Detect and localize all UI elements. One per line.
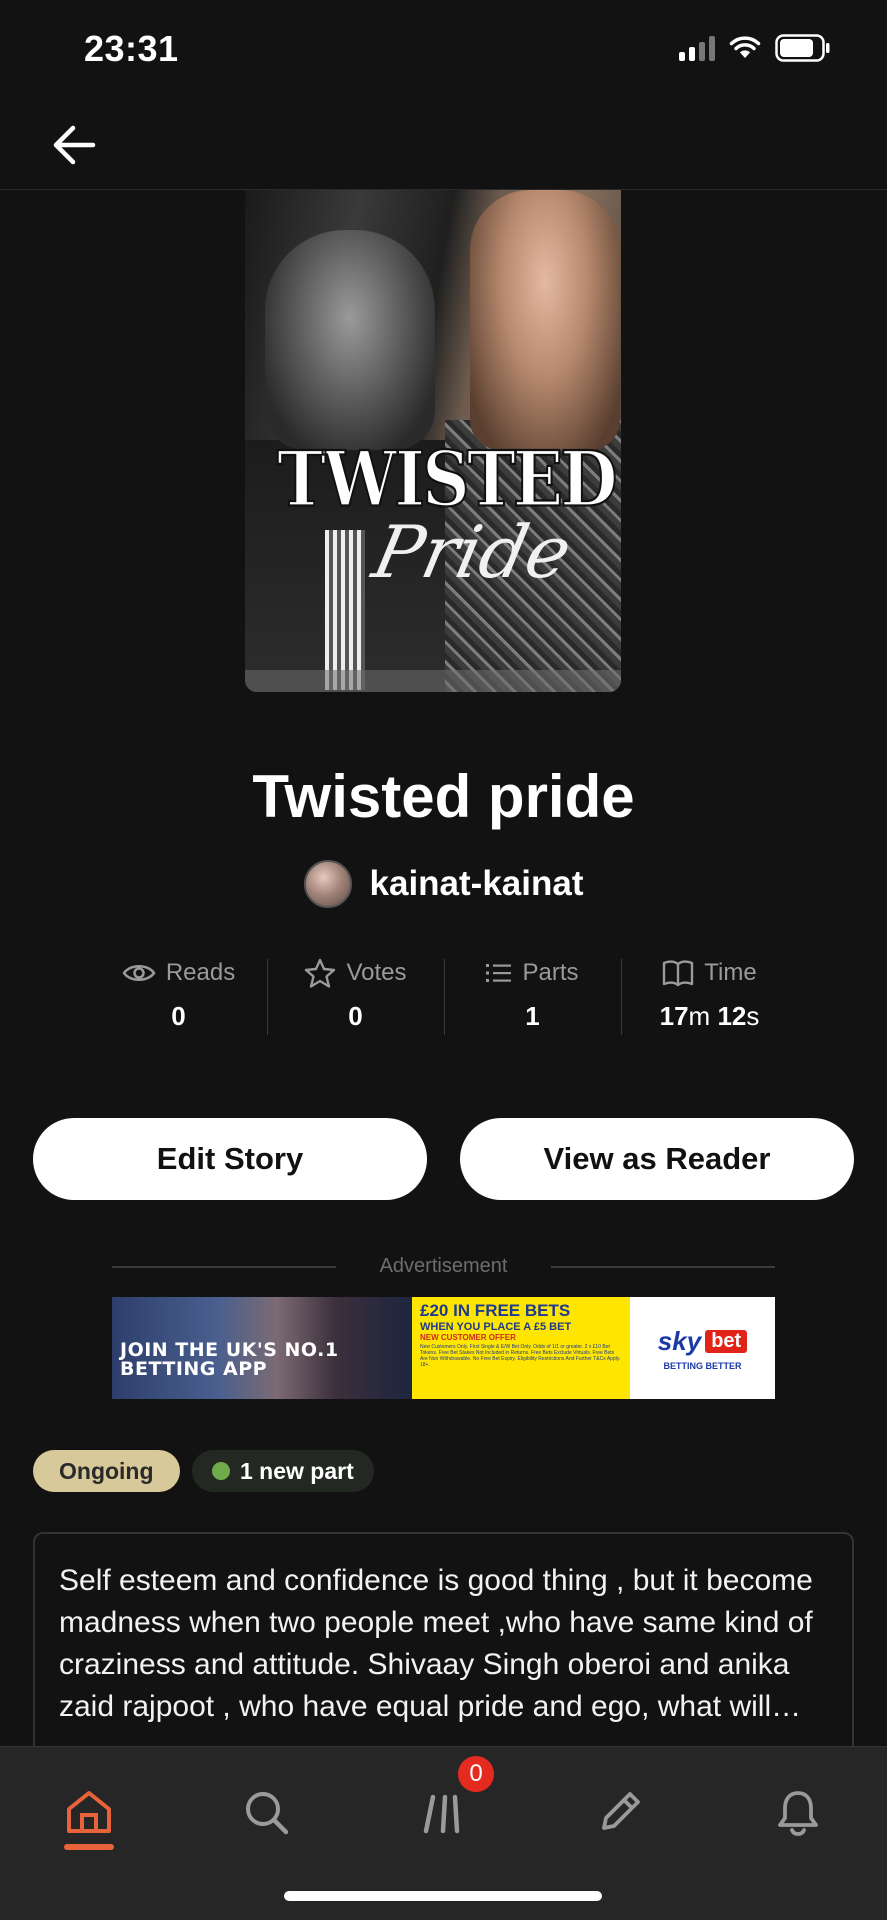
- stat-parts: Parts 1: [444, 955, 621, 1035]
- stat-label: Reads: [165, 959, 236, 986]
- author-row[interactable]: kainat-kainat: [0, 860, 887, 908]
- wifi-icon: [729, 36, 761, 60]
- home-indicator-bar: [284, 1891, 602, 1901]
- ad-photo: JOIN THE UK'S NO.1 BETTING APP: [112, 1297, 412, 1399]
- divider: [551, 1265, 775, 1268]
- stat-reads: Reads 0: [90, 955, 267, 1035]
- stat-label: Time: [704, 959, 757, 986]
- story-title: Twisted pride: [252, 763, 635, 830]
- divider: [112, 1265, 336, 1268]
- list-icon: [486, 964, 512, 982]
- arrow-left-icon: [53, 125, 96, 165]
- new-part-badge: 1 new part: [192, 1450, 374, 1492]
- time-minutes: 17: [659, 1001, 689, 1031]
- eye-icon: [122, 965, 156, 981]
- stat-votes: Votes 0: [267, 955, 444, 1035]
- status-badge: Ongoing: [33, 1450, 180, 1492]
- ad-tagline: BETTING BETTER: [663, 1360, 742, 1371]
- story-stats: Reads 0 Votes 0 Parts 1 Time 17m 12s: [90, 955, 798, 1035]
- library-badge: 0: [456, 1754, 496, 1794]
- cover-title-line2: Pride: [366, 510, 579, 594]
- ad-offer-headline: £20 IN FREE BETS: [420, 1301, 571, 1320]
- library-icon: [423, 1794, 460, 1834]
- description-text: Self esteem and confidence is good thing…: [59, 1564, 813, 1723]
- story-cover: TWISTED Pride: [245, 190, 621, 692]
- edit-story-button[interactable]: Edit Story: [33, 1118, 427, 1200]
- ad-label-row: Advertisement: [112, 1255, 775, 1278]
- status-bar: 23:31: [0, 0, 887, 100]
- signal-icon: [679, 35, 715, 61]
- ad-fine-print: New Customers Only. First Single & E/W B…: [420, 1344, 621, 1368]
- nav-home[interactable]: [49, 1777, 129, 1847]
- stat-label: Votes: [346, 959, 407, 986]
- ad-offer-sub: WHEN YOU PLACE A £5 BET: [420, 1321, 572, 1333]
- top-bar: [0, 100, 887, 190]
- status-icons: [679, 34, 831, 62]
- new-dot-icon: [212, 1462, 230, 1480]
- stat-label: Parts: [522, 959, 579, 986]
- time-seconds: 12: [717, 1001, 747, 1031]
- nav-notifications[interactable]: [758, 1777, 838, 1847]
- brand-sky: sky: [657, 1325, 702, 1356]
- home-icon: [67, 1791, 111, 1833]
- ad-offer-note: NEW CUSTOMER OFFER: [420, 1333, 516, 1342]
- bell-icon: [778, 1791, 818, 1836]
- new-part-label: 1 new part: [240, 1457, 354, 1484]
- ad-label: Advertisement: [379, 1255, 508, 1277]
- skybet-logo: sky bet: [657, 1325, 748, 1357]
- brand-bet: bet: [705, 1329, 748, 1353]
- stat-value: 0: [171, 1001, 186, 1031]
- time-minutes-unit: m: [688, 1001, 711, 1031]
- time-seconds-unit: s: [746, 1001, 760, 1031]
- active-tab-indicator: [64, 1844, 114, 1850]
- stat-time: Time 17m 12s: [621, 955, 798, 1035]
- stat-value: 17m 12s: [660, 1001, 760, 1032]
- author-name[interactable]: kainat-kainat: [370, 864, 584, 904]
- view-as-reader-button[interactable]: View as Reader: [460, 1118, 854, 1200]
- ad-photo-text: JOIN THE UK'S NO.1 BETTING APP: [120, 1339, 339, 1380]
- book-icon: [663, 960, 694, 987]
- nav-write[interactable]: [580, 1777, 660, 1847]
- status-time: 23:31: [84, 28, 179, 69]
- ad-brand: sky bet BETTING BETTER: [630, 1297, 775, 1399]
- nav-search[interactable]: [226, 1777, 306, 1847]
- ad-offer: £20 IN FREE BETS WHEN YOU PLACE A £5 BET…: [412, 1297, 630, 1399]
- write-icon: [602, 1792, 640, 1830]
- search-icon: [246, 1792, 289, 1835]
- ad-banner[interactable]: JOIN THE UK'S NO.1 BETTING APP £20 IN FR…: [112, 1297, 775, 1399]
- back-button[interactable]: [44, 118, 104, 172]
- stat-value: 1: [525, 1001, 540, 1031]
- stat-value: 0: [348, 1001, 363, 1031]
- star-icon: [305, 958, 336, 988]
- battery-icon: [775, 34, 831, 62]
- avatar[interactable]: [303, 860, 352, 908]
